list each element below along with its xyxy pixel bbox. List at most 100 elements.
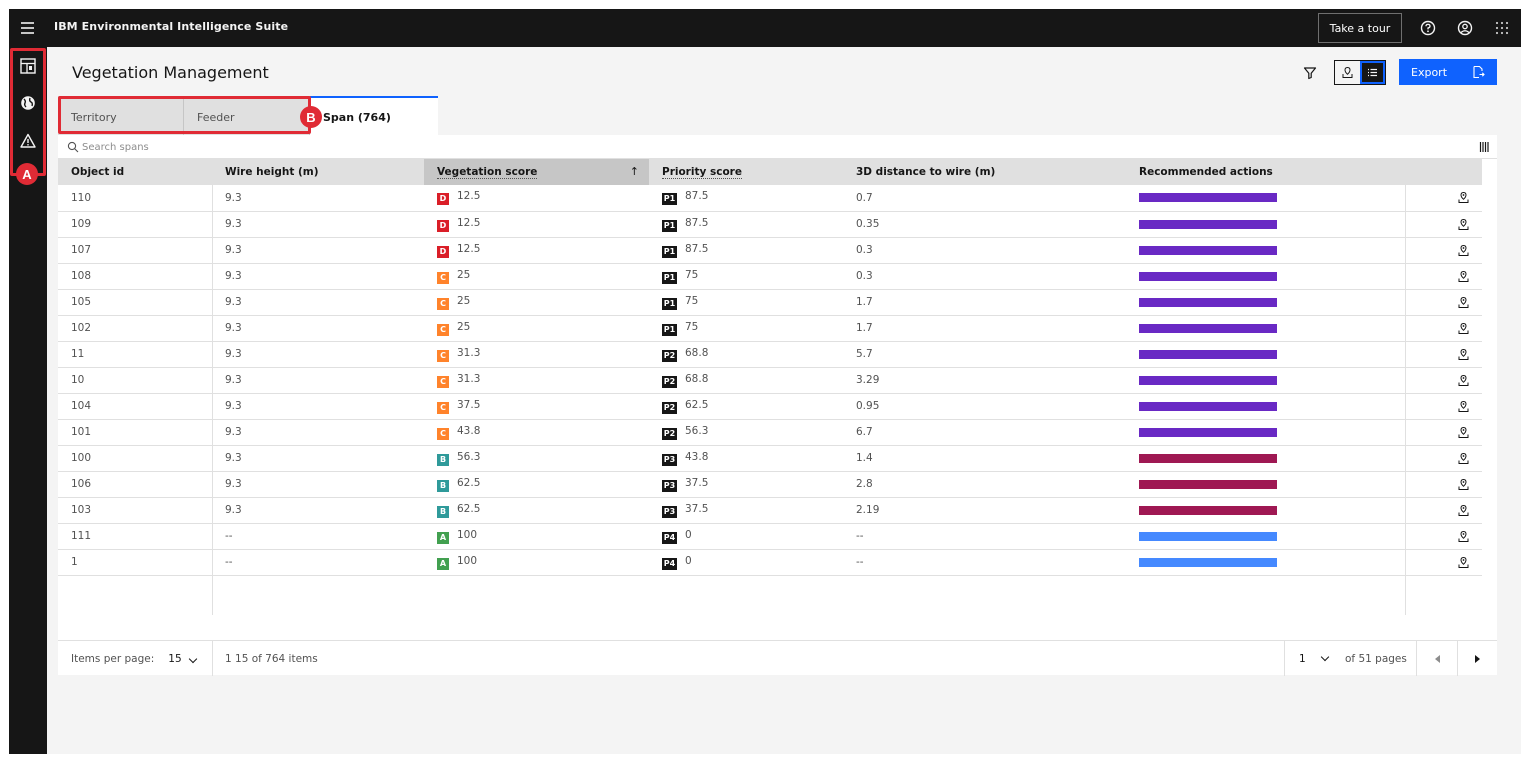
map-pin-icon[interactable] bbox=[1457, 374, 1470, 387]
table-row[interactable]: 110 9.3 D 12.5 P1 87.5 0.7 bbox=[58, 185, 1482, 212]
priority-badge: P2 bbox=[662, 349, 677, 362]
column-settings-icon[interactable] bbox=[1479, 141, 1489, 153]
cell-recommended-actions bbox=[1126, 445, 1391, 472]
cell-vegetation-score: B 62.5 bbox=[424, 471, 649, 498]
cell-recommended-actions bbox=[1126, 237, 1391, 264]
map-pin-icon[interactable] bbox=[1457, 530, 1470, 543]
items-per-page-select[interactable]: 15 bbox=[168, 653, 197, 665]
map-pin-icon[interactable] bbox=[1457, 296, 1470, 309]
table-row[interactable]: 11 9.3 C 31.3 P2 68.8 5.7 bbox=[58, 341, 1482, 368]
cell-3d-distance: 5.7 bbox=[843, 341, 1126, 368]
sort-ascending-icon[interactable]: ↑ bbox=[630, 165, 639, 178]
take-a-tour-button[interactable]: Take a tour bbox=[1318, 13, 1402, 43]
map-pin-icon[interactable] bbox=[1457, 426, 1470, 439]
cell-recommended-actions bbox=[1126, 289, 1391, 316]
map-pin-icon[interactable] bbox=[1457, 191, 1470, 204]
vegetation-score-value: 12.5 bbox=[457, 216, 481, 229]
hamburger-menu-icon[interactable] bbox=[18, 18, 38, 38]
map-pin-icon[interactable] bbox=[1457, 452, 1470, 465]
cell-object-id: 11 bbox=[58, 341, 212, 368]
cell-recommended-actions bbox=[1126, 185, 1391, 212]
table-row[interactable]: 100 9.3 B 56.3 P3 43.8 1.4 bbox=[58, 445, 1482, 472]
caret-right-icon bbox=[1474, 654, 1480, 663]
map-pin-icon[interactable] bbox=[1457, 556, 1470, 569]
recommended-action-bar bbox=[1139, 427, 1277, 437]
vegetation-grade-badge: B bbox=[437, 479, 449, 492]
col-header-priority-score[interactable]: Priority score bbox=[649, 159, 843, 185]
col-header-3d-distance[interactable]: 3D distance to wire (m) bbox=[843, 159, 1126, 185]
filter-icon[interactable] bbox=[1302, 65, 1318, 81]
table-search-bar bbox=[58, 135, 1497, 159]
map-pin-icon[interactable] bbox=[1457, 478, 1470, 491]
map-pin-icon[interactable] bbox=[1457, 322, 1470, 335]
cell-recommended-actions bbox=[1126, 315, 1391, 342]
help-icon[interactable] bbox=[1419, 19, 1437, 37]
table-row[interactable]: 108 9.3 C 25 P1 75 0.3 bbox=[58, 263, 1482, 290]
cell-priority-score: P3 43.8 bbox=[649, 445, 843, 472]
cell-wire-height: -- bbox=[212, 549, 424, 576]
map-view-toggle[interactable] bbox=[1335, 61, 1360, 84]
recommended-action-bar bbox=[1139, 531, 1277, 541]
table-row[interactable]: 101 9.3 C 43.8 P2 56.3 6.7 bbox=[58, 419, 1482, 446]
table-row[interactable]: 106 9.3 B 62.5 P3 37.5 2.8 bbox=[58, 471, 1482, 498]
app-switcher-icon[interactable] bbox=[1493, 19, 1511, 37]
table-row[interactable]: 103 9.3 B 62.5 P3 37.5 2.19 bbox=[58, 497, 1482, 524]
table-row[interactable]: 111 -- A 100 P4 0 -- bbox=[58, 523, 1482, 550]
recommended-action-bar bbox=[1139, 271, 1277, 281]
priority-score-value: 87.5 bbox=[685, 190, 709, 203]
cell-vegetation-score: D 12.5 bbox=[424, 185, 649, 212]
recommended-action-bar bbox=[1139, 453, 1277, 463]
search-input[interactable] bbox=[82, 138, 482, 156]
col-header-recommended-actions[interactable]: Recommended actions bbox=[1126, 159, 1391, 185]
cell-vegetation-score: C 25 bbox=[424, 289, 649, 316]
vegetation-grade-badge: D bbox=[437, 193, 449, 206]
spans-table-card: Object id Wire height (m) Vegetation sco… bbox=[58, 135, 1497, 676]
table-row[interactable]: 105 9.3 C 25 P1 75 1.7 bbox=[58, 289, 1482, 316]
pagination-bar: Items per page: 15 1 15 of 764 items 1 o… bbox=[58, 640, 1497, 676]
list-view-toggle[interactable] bbox=[1360, 61, 1385, 84]
map-pin-icon[interactable] bbox=[1457, 244, 1470, 257]
cell-priority-score: P3 37.5 bbox=[649, 497, 843, 524]
cell-3d-distance: 6.7 bbox=[843, 419, 1126, 446]
export-button[interactable]: Export bbox=[1399, 59, 1497, 85]
cell-wire-height: 9.3 bbox=[212, 419, 424, 446]
tab-span[interactable]: Span (764) bbox=[310, 96, 438, 135]
col-header-vegetation-score[interactable]: Vegetation score ↑ bbox=[424, 159, 649, 185]
recommended-action-bar bbox=[1139, 323, 1277, 333]
priority-badge: P4 bbox=[662, 531, 677, 544]
annotation-a-badge: A bbox=[16, 163, 38, 185]
page-select[interactable]: 1 bbox=[1299, 641, 1329, 676]
map-pin-icon[interactable] bbox=[1457, 504, 1470, 517]
pager-divider bbox=[212, 641, 213, 676]
table-row[interactable]: 10 9.3 C 31.3 P2 68.8 3.29 bbox=[58, 367, 1482, 394]
map-pin-icon[interactable] bbox=[1457, 348, 1470, 361]
cell-priority-score: P1 75 bbox=[649, 263, 843, 290]
next-page-button[interactable] bbox=[1457, 641, 1497, 676]
cell-object-id: 109 bbox=[58, 211, 212, 238]
priority-score-value: 75 bbox=[685, 320, 699, 333]
priority-badge: P1 bbox=[662, 193, 677, 206]
table-row[interactable]: 107 9.3 D 12.5 P1 87.5 0.3 bbox=[58, 237, 1482, 264]
map-pin-icon[interactable] bbox=[1457, 400, 1470, 413]
col-header-object-id[interactable]: Object id bbox=[58, 159, 212, 185]
cell-wire-height: 9.3 bbox=[212, 289, 424, 316]
table-row[interactable]: 104 9.3 C 37.5 P2 62.5 0.95 bbox=[58, 393, 1482, 420]
cell-wire-height: 9.3 bbox=[212, 445, 424, 472]
col-header-wire-height[interactable]: Wire height (m) bbox=[212, 159, 424, 185]
vegetation-grade-badge: A bbox=[437, 557, 449, 570]
export-button-label: Export bbox=[1411, 65, 1448, 79]
user-avatar-icon[interactable] bbox=[1456, 19, 1474, 37]
recommended-action-bar bbox=[1139, 557, 1277, 567]
table-row[interactable]: 102 9.3 C 25 P1 75 1.7 bbox=[58, 315, 1482, 342]
map-pin-icon[interactable] bbox=[1457, 270, 1470, 283]
cell-object-id: 1 bbox=[58, 549, 212, 576]
priority-score-value: 87.5 bbox=[685, 216, 709, 229]
priority-badge: P2 bbox=[662, 427, 677, 440]
vegetation-grade-badge: B bbox=[437, 453, 449, 466]
chevron-down-icon bbox=[188, 654, 197, 663]
table-row[interactable]: 1 -- A 100 P4 0 -- bbox=[58, 549, 1482, 576]
table-row[interactable]: 109 9.3 D 12.5 P1 87.5 0.35 bbox=[58, 211, 1482, 238]
vegetation-grade-badge: C bbox=[437, 297, 449, 310]
previous-page-button[interactable] bbox=[1417, 641, 1457, 676]
map-pin-icon[interactable] bbox=[1457, 218, 1470, 231]
